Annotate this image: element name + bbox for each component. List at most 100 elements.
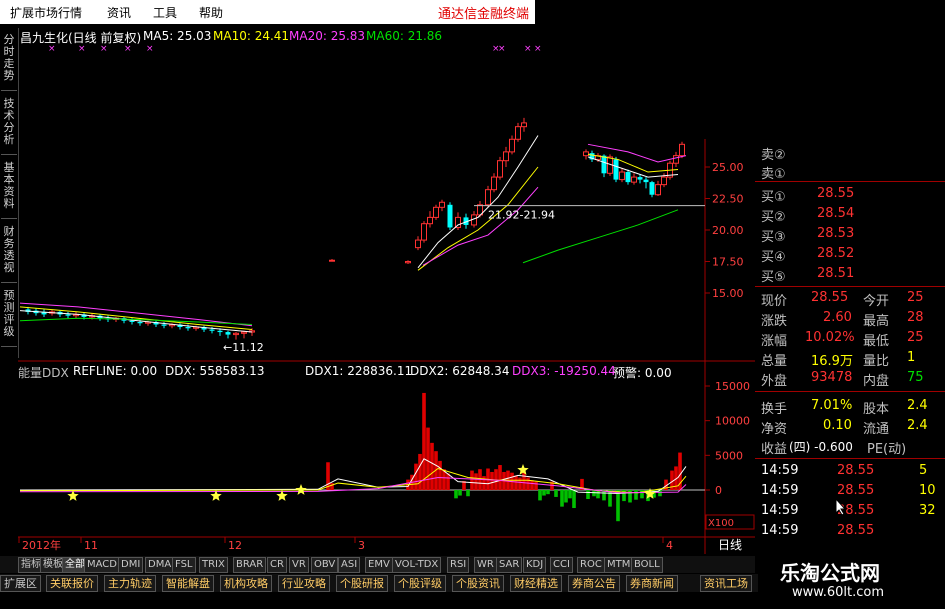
ddx3-value: DDX3: -19250.44 xyxy=(512,364,616,378)
tick-time: 14:59 xyxy=(761,523,799,538)
ddx-alert: 预警: 0.00 xyxy=(613,366,672,380)
ddx-bar xyxy=(640,490,644,499)
info-tab[interactable]: 个股研报 xyxy=(336,575,388,592)
tab-rating[interactable]: 预测评级 xyxy=(1,290,17,347)
info-tab[interactable]: 扩展区 xyxy=(0,575,41,592)
date-label: 3 xyxy=(358,539,365,552)
candle-body xyxy=(329,259,335,262)
info-tab[interactable]: 资讯工场 xyxy=(700,575,752,592)
tab-fundamentals[interactable]: 基本资料 xyxy=(1,162,17,219)
date-label: 12 xyxy=(228,539,242,552)
menu-help[interactable]: 帮助 xyxy=(199,4,223,21)
tick-price: 28.55 xyxy=(837,523,875,538)
candle-body xyxy=(509,138,515,153)
info-tab[interactable]: 主力轨迹 xyxy=(104,575,156,592)
info-tab[interactable]: 个股评级 xyxy=(394,575,446,592)
info-tab[interactable]: 个股资讯 xyxy=(452,575,504,592)
ask-1-label: 卖① xyxy=(761,167,786,182)
price-y-tick-label: 22.50 xyxy=(712,193,744,206)
candle-body xyxy=(439,201,445,208)
indicator-tab[interactable]: VR xyxy=(289,557,309,573)
bid-1-label: 买① xyxy=(761,190,786,205)
menu-tools[interactable]: 工具 xyxy=(153,4,177,21)
indicator-tab[interactable]: FSL xyxy=(172,557,196,573)
indicator-tab[interactable]: ROC xyxy=(577,557,605,573)
stat-label-eps: 收益 xyxy=(761,442,788,457)
candle-body xyxy=(521,122,527,128)
info-tab[interactable]: 行业攻略 xyxy=(278,575,330,592)
stat-label-float: 流通 xyxy=(863,422,890,437)
ddx-bar xyxy=(526,477,530,490)
date-label: 11 xyxy=(84,539,98,552)
indicator-tab[interactable]: EMV xyxy=(365,557,393,573)
stat-value-volratio: 1 xyxy=(907,350,916,365)
stat-value-outer: 93478 xyxy=(811,370,853,385)
indicator-tab[interactable]: TRIX xyxy=(199,557,228,573)
menu-news[interactable]: 资讯 xyxy=(107,4,131,21)
stat-label-netasset: 净资 xyxy=(761,422,788,437)
stat-value-turnover: 7.01% xyxy=(811,398,853,413)
period-label: 日线 xyxy=(718,538,742,552)
info-tab[interactable]: 财经精选 xyxy=(510,575,562,592)
candle-body xyxy=(405,261,411,264)
stat-label-open: 今开 xyxy=(863,294,890,309)
indicator-tab[interactable]: RSI xyxy=(447,557,470,573)
info-tab[interactable]: 券商公告 xyxy=(568,575,620,592)
watermark-url: www.60lt.com xyxy=(792,585,884,600)
star-icon xyxy=(295,484,307,495)
divider xyxy=(755,181,945,182)
ddx-bar xyxy=(560,490,564,507)
candle-body xyxy=(637,177,643,180)
indicator-tab[interactable]: BRAR xyxy=(233,557,267,573)
candle-body xyxy=(185,327,191,329)
info-tab[interactable]: 券商新闻 xyxy=(626,575,678,592)
indicator-tab[interactable]: SAR xyxy=(496,557,523,573)
tab-technical[interactable]: 技术分析 xyxy=(1,98,17,155)
kline-chart[interactable]: 25.00 22.50 20.00 17.50 15.00 21.92-21.94 ←11.… xyxy=(18,24,755,556)
indicator-tab[interactable]: CCI xyxy=(550,557,573,573)
ddx-bar xyxy=(498,465,502,490)
indicator-tab[interactable]: CR xyxy=(267,557,287,573)
ddx2-value: DDX2: 62848.34 xyxy=(410,364,510,378)
ddx-value: DDX: 558583.13 xyxy=(165,364,265,378)
ddx-bar xyxy=(546,490,550,495)
ddx-bar xyxy=(438,460,442,490)
stat-label-outer: 外盘 xyxy=(761,374,788,389)
candle-body xyxy=(631,176,637,183)
indicator-tab[interactable]: KDJ xyxy=(523,557,547,573)
ma10-line xyxy=(19,306,253,331)
indicator-tab[interactable]: DMA xyxy=(145,557,175,573)
tick-price: 28.55 xyxy=(837,463,875,478)
info-tab[interactable]: 关联报价 xyxy=(46,575,98,592)
divider xyxy=(755,391,945,392)
signal-marker: × xyxy=(492,44,500,54)
tab-intraday[interactable]: 分时走势 xyxy=(1,34,17,91)
ddx-bar xyxy=(564,490,568,503)
left-vertical-tabs: 分时走势 技术分析 基本资料 财务透视 预测评级 xyxy=(0,28,19,358)
ddx-y-tick-label: 15000 xyxy=(715,380,750,393)
ddx-bar xyxy=(518,477,522,490)
indicator-tab[interactable]: BOLL xyxy=(631,557,663,573)
ma20-label: MA20: 25.83 xyxy=(289,29,366,43)
candle-body xyxy=(491,176,497,191)
ddx-y-tick-label: 10000 xyxy=(715,415,750,428)
info-tab[interactable]: 智能解盘 xyxy=(162,575,214,592)
indicator-tab[interactable]: VOL-TDX xyxy=(392,557,442,573)
candle-body xyxy=(655,184,661,196)
tick-time: 14:59 xyxy=(761,483,799,498)
divider xyxy=(755,286,945,287)
indicator-tab[interactable]: WR xyxy=(474,557,497,573)
candle-body xyxy=(679,143,685,157)
indicator-tab[interactable]: ASI xyxy=(338,557,361,573)
price-y-tick-label: 17.50 xyxy=(712,256,744,269)
menu-extended-market[interactable]: 扩展市场行情 xyxy=(10,4,82,21)
tab-financials[interactable]: 财务透视 xyxy=(1,226,17,283)
ddx-bar xyxy=(422,392,426,490)
bid-4-label: 买④ xyxy=(761,250,786,265)
indicator-tab[interactable]: OBV xyxy=(311,557,339,573)
ma5-label: MA5: 25.03 xyxy=(143,29,212,43)
indicator-tab[interactable]: DMI xyxy=(118,557,144,573)
indicator-tab[interactable]: MACD xyxy=(84,557,120,573)
indicator-tab[interactable]: MTM xyxy=(604,557,634,573)
info-tab[interactable]: 机构攻略 xyxy=(220,575,272,592)
